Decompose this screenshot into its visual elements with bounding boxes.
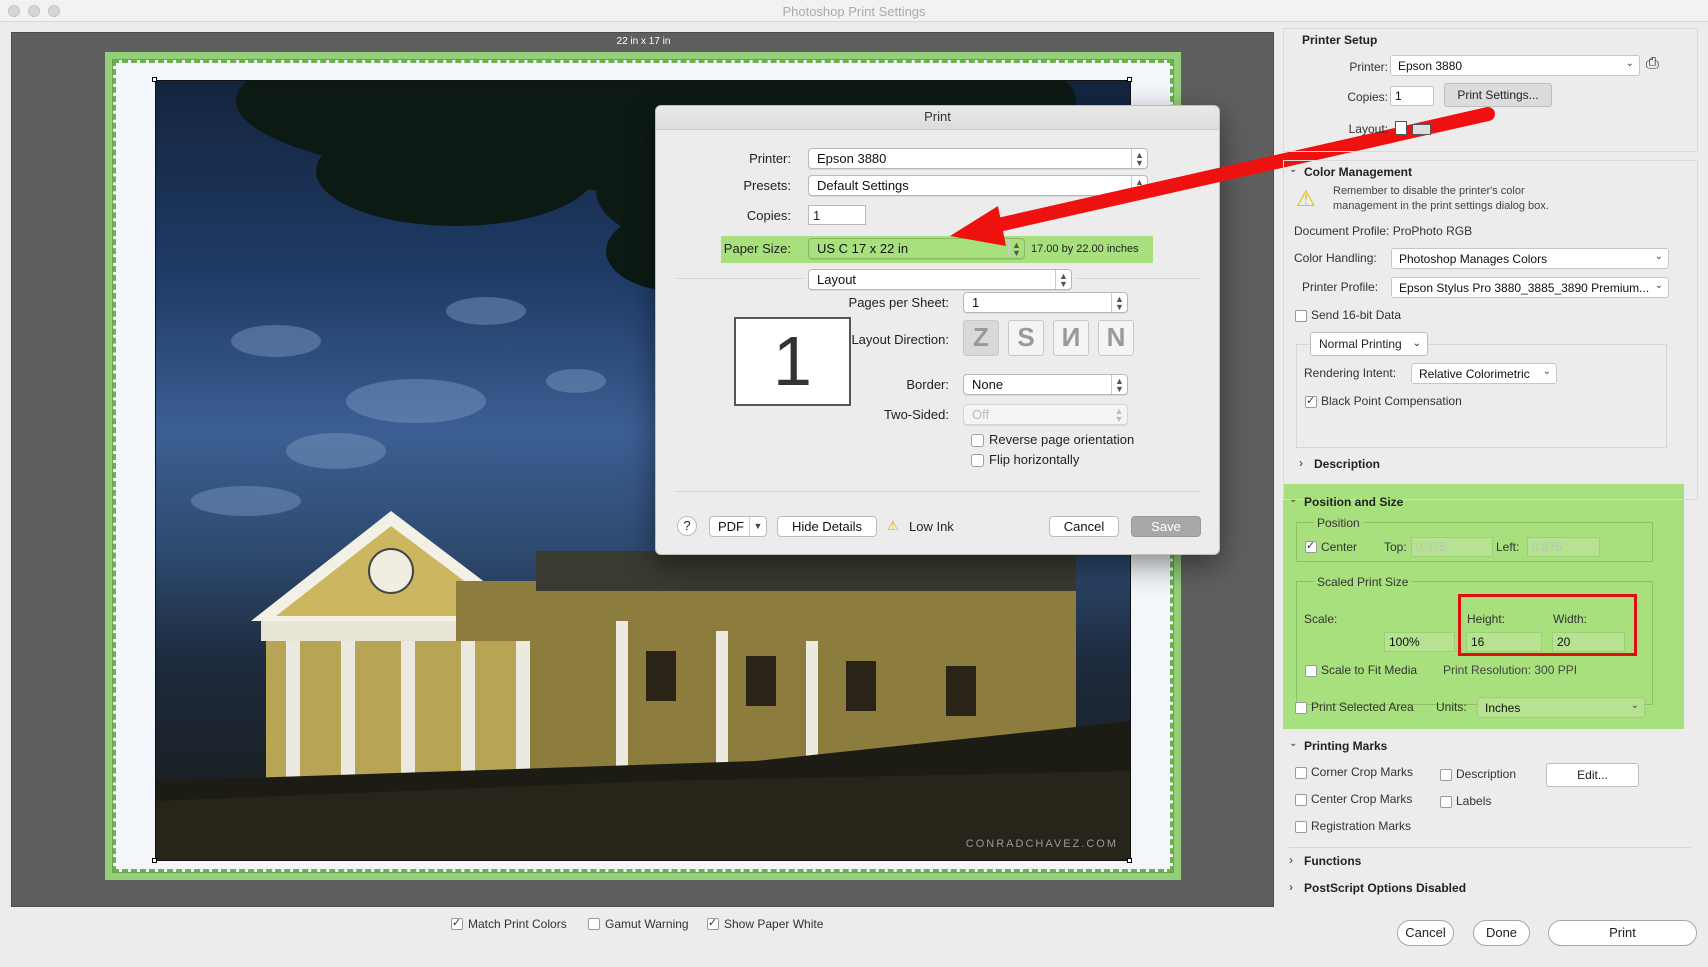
labels-checkbox[interactable] — [1440, 796, 1452, 808]
labels-label: Labels — [1456, 794, 1492, 808]
match-print-colors-checkbox[interactable] — [451, 916, 463, 930]
chevron-right-icon[interactable]: › — [1289, 880, 1293, 894]
description-mark-label: Description — [1456, 767, 1517, 781]
left-input[interactable]: 0.875 — [1527, 537, 1600, 557]
printing-marks-heading: Printing Marks — [1304, 739, 1388, 753]
chevron-down-icon: ⌄ — [1412, 338, 1421, 349]
color-management-heading: Color Management — [1304, 165, 1413, 179]
rendering-intent-select[interactable]: Relative Colorimetric ⌄ — [1411, 363, 1557, 384]
cancel-button[interactable]: Cancel — [1397, 920, 1454, 946]
divider — [1289, 847, 1691, 848]
arrow-head — [950, 206, 1006, 246]
scale-to-fit-label: Scale to Fit Media — [1321, 663, 1418, 677]
chevron-down-icon[interactable]: ⌄ — [1289, 164, 1297, 175]
units-value: Inches — [1485, 701, 1521, 715]
print-button[interactable]: Print — [1548, 920, 1697, 946]
chevron-down-icon: ⌄ — [1654, 280, 1663, 291]
units-select[interactable]: Inches ⌄ — [1477, 697, 1645, 718]
description-checkbox[interactable] — [1440, 769, 1452, 781]
normal-printing-select[interactable]: Normal Printing ⌄ — [1310, 332, 1428, 356]
color-handling-value: Photoshop Manages Colors — [1399, 252, 1548, 266]
position-label: Position — [1314, 516, 1363, 530]
layout-label: Layout: — [1348, 122, 1388, 136]
chevron-down-icon: ⌄ — [1654, 251, 1663, 262]
chevron-down-icon[interactable]: ⌄ — [1289, 494, 1297, 505]
done-button[interactable]: Done — [1473, 920, 1530, 946]
printer-value: Epson 3880 — [1398, 59, 1463, 73]
show-paper-white-checkbox[interactable] — [707, 916, 719, 930]
top-label: Top: — [1384, 540, 1407, 554]
printer-profile-value: Epson Stylus Pro 3880_3885_3890 Premium.… — [1399, 281, 1650, 295]
center-label: Center — [1321, 540, 1358, 554]
center-checkbox[interactable] — [1305, 539, 1317, 553]
left-label: Left: — [1496, 540, 1520, 554]
print-selected-area-label: Print Selected Area — [1311, 700, 1414, 714]
color-handling-label: Color Handling: — [1294, 251, 1377, 265]
match-print-colors-label: Match Print Colors — [468, 917, 567, 931]
chevron-right-icon[interactable]: › — [1299, 456, 1303, 470]
center-crop-checkbox[interactable] — [1295, 794, 1307, 806]
postscript-heading: PostScript Options Disabled — [1304, 881, 1467, 895]
scale-label: Scale: — [1304, 612, 1338, 626]
cm-warning-line1: Remember to disable the printer's color — [1333, 185, 1525, 197]
warning-icon: ⚠ — [1296, 186, 1316, 211]
settings-panel: Printer Setup Printer: Epson 3880 ⌄ ⎙ Co… — [1283, 24, 1699, 924]
chevron-down-icon[interactable]: ⌄ — [1289, 738, 1297, 749]
chevron-down-icon: ⌄ — [1542, 366, 1551, 377]
scale-to-fit-checkbox[interactable] — [1305, 665, 1317, 677]
color-handling-select[interactable]: Photoshop Manages Colors ⌄ — [1391, 248, 1669, 269]
normal-printing-value: Normal Printing — [1319, 337, 1402, 351]
scaled-size-label: Scaled Print Size — [1314, 575, 1412, 589]
printer-profile-select[interactable]: Epson Stylus Pro 3880_3885_3890 Premium.… — [1391, 277, 1669, 298]
description-heading: Description — [1314, 457, 1381, 471]
bpc-label: Black Point Compensation — [1321, 394, 1462, 408]
printer-setup-heading: Printer Setup — [1302, 33, 1378, 47]
registration-label: Registration Marks — [1311, 819, 1412, 833]
copies-input[interactable]: 1 — [1390, 86, 1434, 106]
functions-heading: Functions — [1304, 854, 1362, 868]
print-selected-area-checkbox[interactable] — [1295, 702, 1307, 714]
landscape-layout-icon[interactable] — [1412, 124, 1431, 135]
gamut-warning-label: Gamut Warning — [605, 917, 689, 931]
bpc-checkbox[interactable] — [1305, 394, 1317, 408]
document-profile: Document Profile: ProPhoto RGB — [1294, 224, 1473, 238]
gamut-warning-checkbox[interactable] — [588, 918, 600, 930]
position-size-heading: Position and Size — [1304, 495, 1404, 509]
units-label: Units: — [1436, 700, 1467, 714]
printer-label: Printer: — [1349, 60, 1388, 74]
scale-input[interactable]: 100% — [1384, 632, 1455, 652]
edit-description-button[interactable]: Edit... — [1546, 763, 1639, 787]
height-width-highlight — [1458, 594, 1637, 656]
printer-add-icon[interactable]: ⎙ — [1646, 55, 1659, 73]
chevron-down-icon: ⌄ — [1625, 58, 1634, 69]
copies-label: Copies: — [1347, 90, 1388, 104]
chevron-right-icon[interactable]: › — [1289, 853, 1293, 867]
top-input[interactable]: 0.375 — [1411, 537, 1493, 557]
portrait-layout-icon[interactable] — [1395, 121, 1407, 135]
corner-crop-checkbox[interactable] — [1295, 767, 1307, 779]
send-16bit-label: Send 16-bit Data — [1311, 308, 1402, 322]
print-settings-button[interactable]: Print Settings... — [1444, 83, 1552, 107]
print-resolution: Print Resolution: 300 PPI — [1443, 663, 1578, 677]
registration-checkbox[interactable] — [1295, 821, 1307, 833]
cm-warning-line2: management in the print settings dialog … — [1333, 200, 1549, 212]
printer-select[interactable]: Epson 3880 ⌄ — [1390, 55, 1640, 76]
show-paper-white-label: Show Paper White — [724, 917, 824, 931]
chevron-down-icon: ⌄ — [1630, 700, 1639, 711]
corner-crop-label: Corner Crop Marks — [1311, 765, 1414, 779]
rendering-intent-label: Rendering Intent: — [1304, 366, 1397, 380]
send-16bit-checkbox[interactable] — [1295, 310, 1307, 322]
center-crop-label: Center Crop Marks — [1311, 792, 1413, 806]
rendering-intent-value: Relative Colorimetric — [1419, 367, 1530, 381]
printer-profile-label: Printer Profile: — [1302, 280, 1379, 294]
